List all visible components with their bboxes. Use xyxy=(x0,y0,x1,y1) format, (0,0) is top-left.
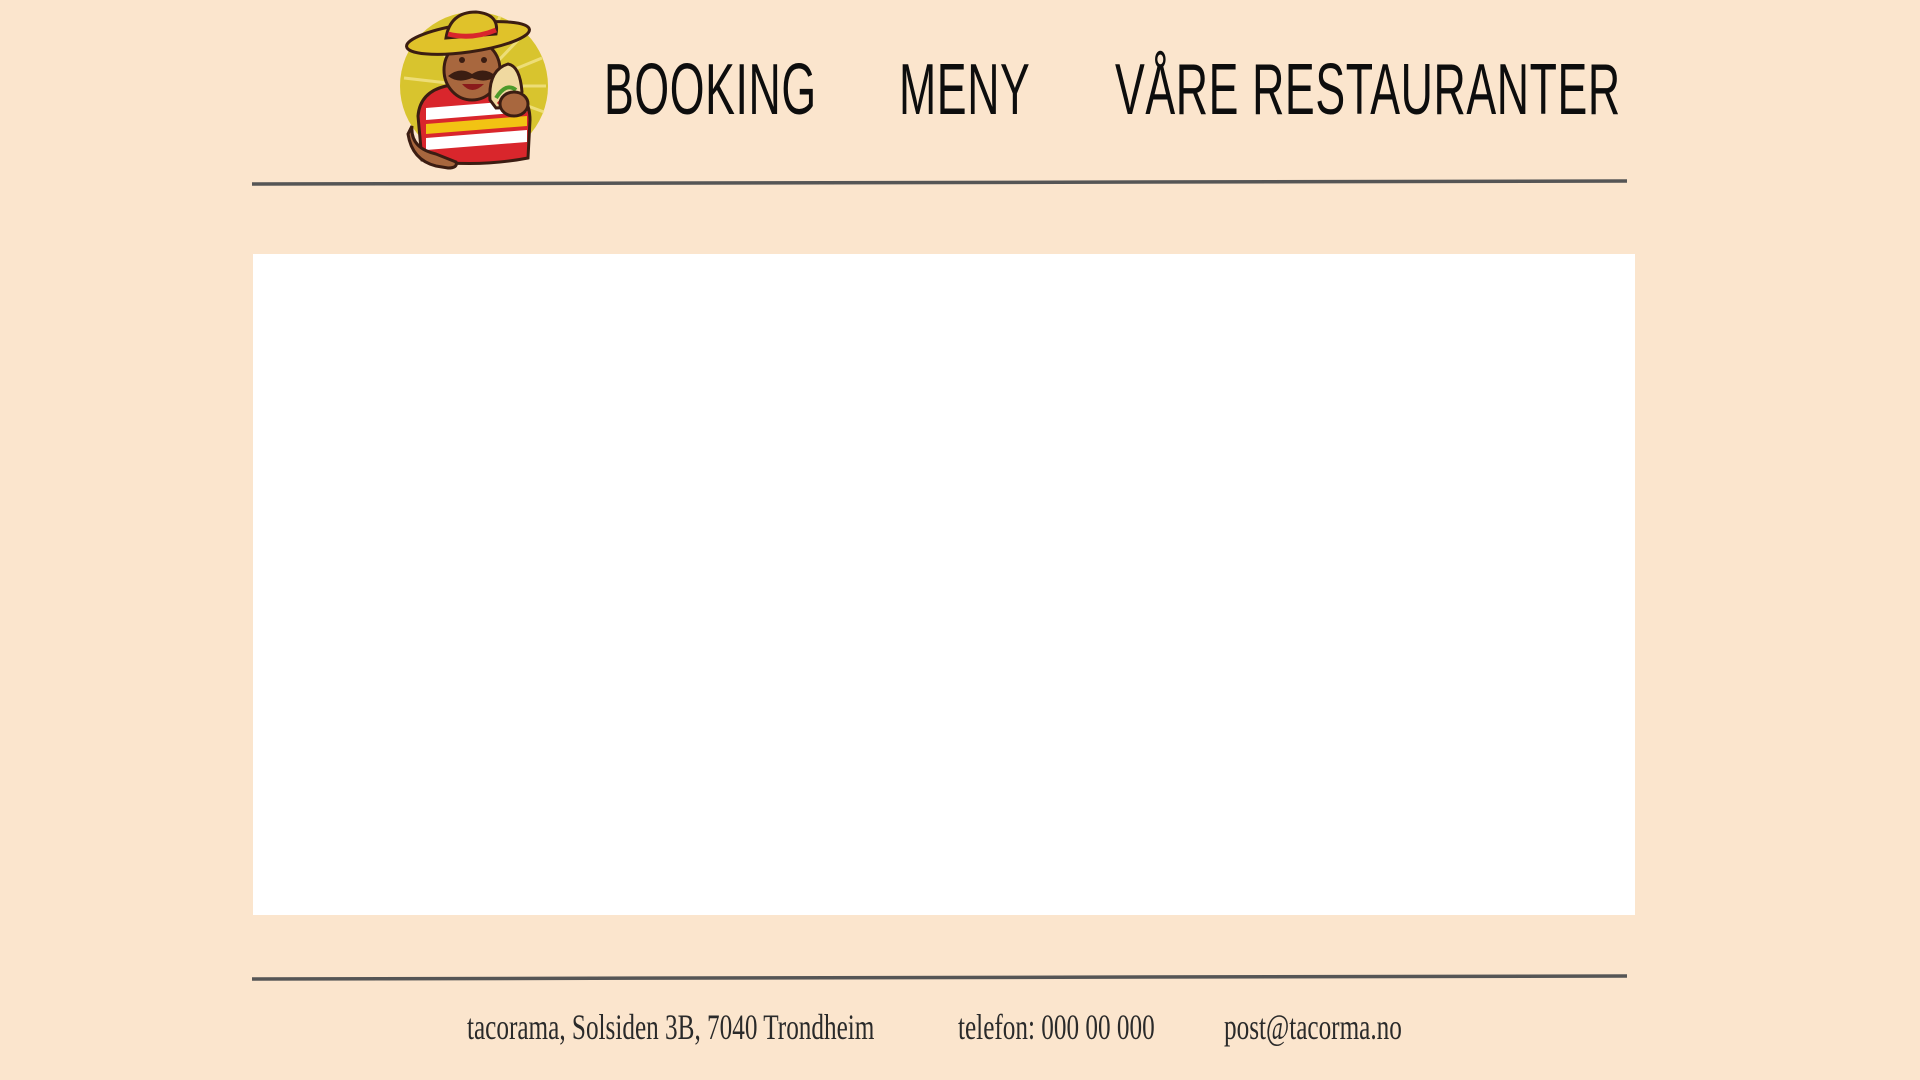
main-nav: BOOKING MENY VÅRE RESTAURANTER xyxy=(0,40,1920,140)
nav-link-booking[interactable]: BOOKING xyxy=(604,40,817,140)
footer-address: tacorama, Solsiden 3B, 7040 Trondheim xyxy=(467,1007,875,1047)
nav-link-meny[interactable]: MENY xyxy=(899,40,1030,140)
content-frame xyxy=(253,254,1635,915)
page: BOOKING MENY VÅRE RESTAURANTER tacorama,… xyxy=(0,0,1920,1080)
header-divider xyxy=(252,179,1627,186)
footer-email-link[interactable]: post@tacorma.no xyxy=(1224,1002,1402,1052)
footer: tacorama, Solsiden 3B, 7040 Trondheim te… xyxy=(0,1002,1920,1052)
nav-link-vare-restauranter[interactable]: VÅRE RESTAURANTER xyxy=(1115,40,1621,140)
footer-divider xyxy=(252,974,1627,981)
footer-phone: telefon: 000 00 000 xyxy=(958,1007,1155,1047)
